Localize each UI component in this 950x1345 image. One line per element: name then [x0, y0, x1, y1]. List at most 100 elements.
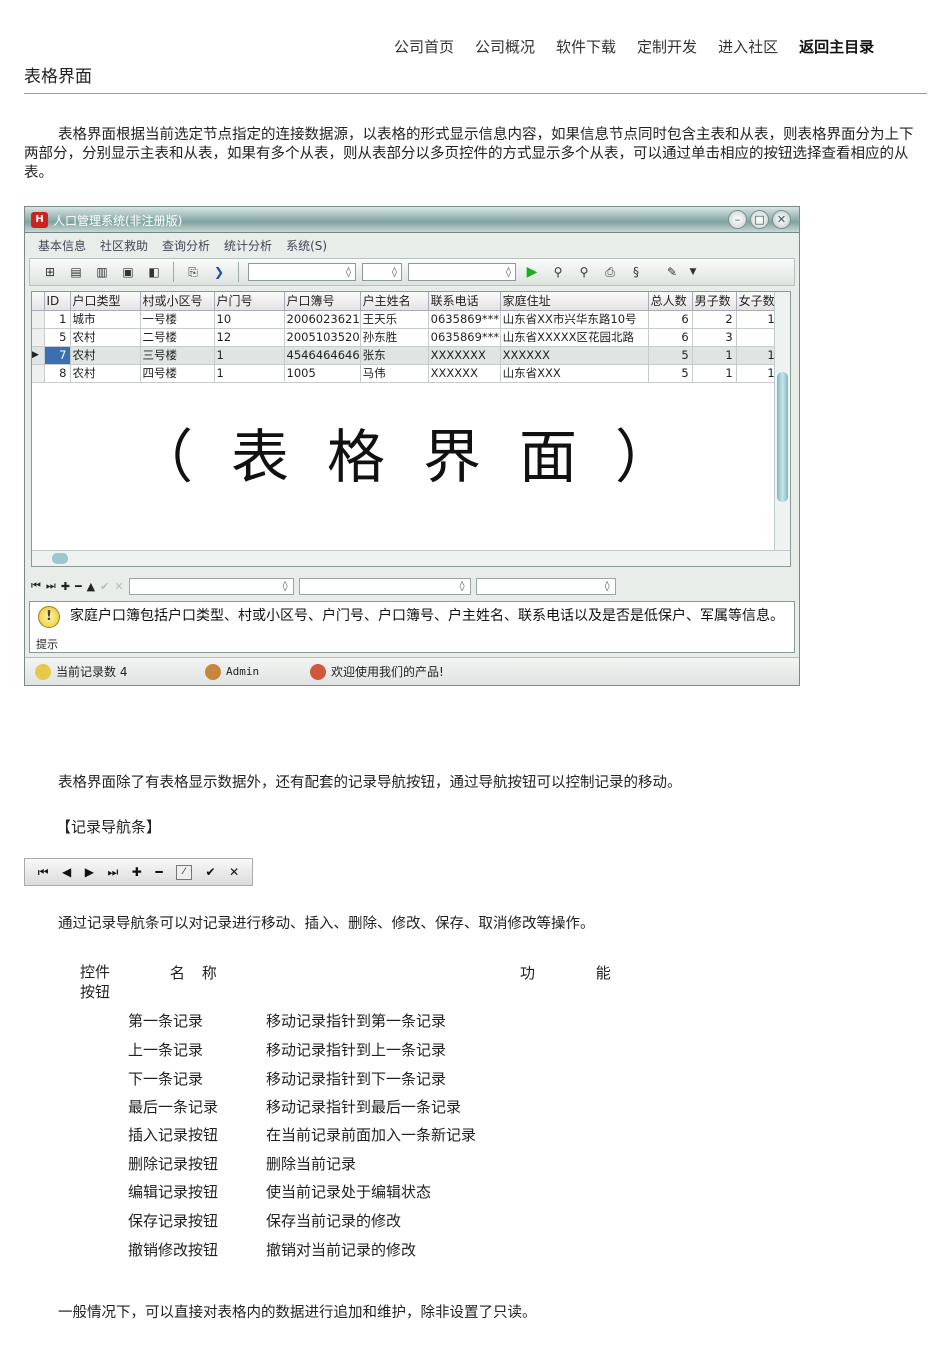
nav-download-link[interactable]: 软件下载: [556, 36, 616, 57]
menu-basic-info[interactable]: 基本信息: [38, 237, 86, 254]
app-window-screenshot: H 人口管理系统(非注册版) – □ ✕ 基本信息 社区救助 查询分析 统计分析…: [24, 206, 800, 686]
last-record-icon[interactable]: ⏭: [107, 865, 118, 880]
pencil-icon[interactable]: ✎: [662, 263, 682, 281]
cancel-edit-icon[interactable]: ✕: [114, 580, 123, 593]
footer-paragraph: 一般情况下，可以直接对表格内的数据进行追加和维护，除非设置了只读。: [58, 1305, 537, 1321]
table-row[interactable]: 5 农村 二号楼 12 2005103520 孙东胜 0635869*** 山东…: [32, 328, 779, 347]
sort-icon[interactable]: §: [626, 263, 646, 281]
column-header[interactable]: 户门号: [214, 292, 285, 311]
user-icon: [205, 663, 221, 680]
column-header[interactable]: 总人数: [648, 292, 693, 311]
horizontal-scrollbar[interactable]: [32, 550, 790, 566]
insert-record-icon[interactable]: ✚: [61, 580, 70, 593]
save-record-icon[interactable]: ✔: [206, 865, 216, 879]
edit-record-icon[interactable]: ▲: [87, 580, 95, 593]
lightbulb-icon: !: [38, 606, 60, 628]
export-icon[interactable]: ⎘: [183, 263, 203, 281]
list-item: 上一条记录 移动记录指针到上一条记录: [128, 1041, 447, 1059]
first-record-icon[interactable]: ⏮: [38, 865, 49, 880]
hint-text: 家庭户口簿包括户口类型、村或小区号、户门号、户口簿号、户主姓名、联系电话以及是否…: [70, 608, 784, 624]
column-header[interactable]: 女子数: [736, 292, 779, 311]
table-row[interactable]: 8 农村 四号楼 1 1005 马伟 XXXXXX 山东省XXX 5 1 1: [32, 364, 779, 383]
list-item: 第一条记录 移动记录指针到第一条记录: [128, 1012, 447, 1030]
grid-view-icon[interactable]: ▤: [66, 263, 86, 281]
record-count-icon: [35, 663, 51, 680]
first-record-icon[interactable]: ⏮: [31, 579, 41, 593]
next-record-icon[interactable]: ▶: [85, 865, 94, 879]
record-count: 当前记录数 4: [56, 665, 128, 679]
panel-icon[interactable]: ◧: [144, 263, 164, 281]
table-row[interactable]: 1 城市 一号楼 10 2006023621 王天乐 0635869*** 山东…: [32, 310, 779, 329]
section-heading: 【记录导航条】: [56, 818, 162, 836]
app-title: 人口管理系统(非注册版): [53, 214, 183, 228]
tree-icon[interactable]: ⊞: [40, 263, 60, 281]
operator-select[interactable]: ◊: [362, 263, 402, 281]
app-title-bar: H 人口管理系统(非注册版) – □ ✕: [25, 207, 799, 233]
header-name: 名 称: [170, 964, 223, 982]
nav-community-link[interactable]: 进入社区: [718, 36, 778, 57]
insert-record-icon[interactable]: ✚: [132, 865, 142, 879]
filter-select-2[interactable]: ◊: [298, 577, 471, 595]
vertical-scrollbar[interactable]: [774, 292, 790, 566]
find-user-icon[interactable]: ⚲: [548, 263, 568, 281]
column-header[interactable]: 联系电话: [428, 292, 501, 311]
column-header[interactable]: 户口类型: [70, 292, 141, 311]
hint-panel: ! 提示 家庭户口簿包括户口类型、村或小区号、户门号、户口簿号、户主姓名、联系电…: [29, 601, 795, 653]
column-header[interactable]: 村或小区号: [140, 292, 215, 311]
nav-main-index-link[interactable]: 返回主目录: [799, 36, 874, 57]
column-header[interactable]: 家庭住址: [500, 292, 649, 311]
column-header[interactable]: 户口簿号: [284, 292, 361, 311]
data-grid: ID 户口类型 村或小区号 户门号 户口簿号 户主姓名 联系电话 家庭住址 总人…: [31, 291, 791, 567]
operations-paragraph: 通过记录导航条可以对记录进行移动、插入、删除、修改、保存、取消修改等操作。: [58, 916, 595, 932]
field-select[interactable]: ◊: [248, 263, 356, 281]
list-item: 撤销修改按钮 撤销对当前记录的修改: [128, 1241, 417, 1259]
nav-about-link[interactable]: 公司概况: [475, 36, 535, 57]
minimize-icon[interactable]: –: [728, 210, 747, 229]
value-select[interactable]: ◊: [408, 263, 516, 281]
menu-system[interactable]: 系统(S): [286, 237, 327, 254]
close-icon[interactable]: ✕: [772, 210, 791, 229]
header-function: 功 能: [520, 964, 611, 982]
cancel-edit-icon[interactable]: ✕: [229, 865, 239, 879]
column-header[interactable]: 男子数: [692, 292, 737, 311]
hint-label: 提示: [36, 638, 58, 651]
nav-home-link[interactable]: 公司首页: [394, 36, 454, 57]
run-query-icon[interactable]: ▶: [522, 263, 542, 281]
list-item: 保存记录按钮 保存当前记录的修改: [128, 1212, 402, 1230]
menu-community-aid[interactable]: 社区救助: [100, 237, 148, 254]
menu-statistics[interactable]: 统计分析: [224, 237, 272, 254]
intro-paragraph: 表格界面根据当前选定节点指定的连接数据源，以表格的形式显示信息内容，如果信息节点…: [24, 127, 914, 181]
filter-select-1[interactable]: ◊: [128, 577, 294, 595]
delete-record-icon[interactable]: ━: [155, 865, 162, 879]
chevron-down-icon[interactable]: ▼: [688, 263, 698, 281]
current-user: Admin: [226, 665, 260, 678]
grid-header-row: ID 户口类型 村或小区号 户门号 户口簿号 户主姓名 联系电话 家庭住址 总人…: [32, 292, 779, 311]
edit-record-icon[interactable]: ⁄: [176, 864, 193, 880]
delete-record-icon[interactable]: ━: [75, 580, 82, 593]
menu-query-analysis[interactable]: 查询分析: [162, 237, 210, 254]
column-header[interactable]: 户主姓名: [360, 292, 429, 311]
last-record-icon[interactable]: ⏭: [46, 579, 56, 593]
preview-icon[interactable]: ⎙: [600, 263, 620, 281]
document-icon[interactable]: ▥: [92, 263, 112, 281]
app-toolbar: ⊞ ▤ ▥ ▣ ◧ ⎘ ❯ ◊ ◊ ◊ ▶ ⚲ ⚲ ⎙ § ✎ ▼: [29, 258, 795, 286]
table-interface-overlay-title: （表格界面）: [134, 423, 711, 491]
list-item: 下一条记录 移动记录指针到下一条记录: [128, 1070, 447, 1088]
filter-select-3[interactable]: ◊: [475, 577, 616, 595]
maximize-icon[interactable]: □: [750, 210, 769, 229]
prev-record-icon[interactable]: ◀: [62, 865, 71, 879]
save-record-icon[interactable]: ✔: [100, 580, 109, 593]
table-row-selected[interactable]: ▶ 7 农村 三号楼 1 4546464646 张东 XXXXXXX XXXXX…: [32, 346, 779, 365]
forward-icon[interactable]: ❯: [209, 263, 229, 281]
column-header[interactable]: ID: [44, 292, 71, 311]
image-icon[interactable]: ▣: [118, 263, 138, 281]
app-menubar: 基本信息 社区救助 查询分析 统计分析 系统(S): [25, 233, 799, 258]
list-item: 删除记录按钮 删除当前记录: [128, 1155, 357, 1173]
list-item: 最后一条记录 移动记录指针到最后一条记录: [128, 1098, 462, 1116]
top-nav: 公司首页 公司概况 软件下载 定制开发 进入社区 返回主目录: [394, 36, 874, 57]
grid-record-navigator: ⏮ ⏭ ✚ ━ ▲ ✔ ✕ ◊ ◊ ◊: [31, 575, 616, 597]
navigation-paragraph: 表格界面除了有表格显示数据外，还有配套的记录导航按钮，通过导航按钮可以控制记录的…: [58, 775, 682, 791]
app-logo-icon: H: [31, 212, 48, 228]
nav-custom-dev-link[interactable]: 定制开发: [637, 36, 697, 57]
search-icon[interactable]: ⚲: [574, 263, 594, 281]
